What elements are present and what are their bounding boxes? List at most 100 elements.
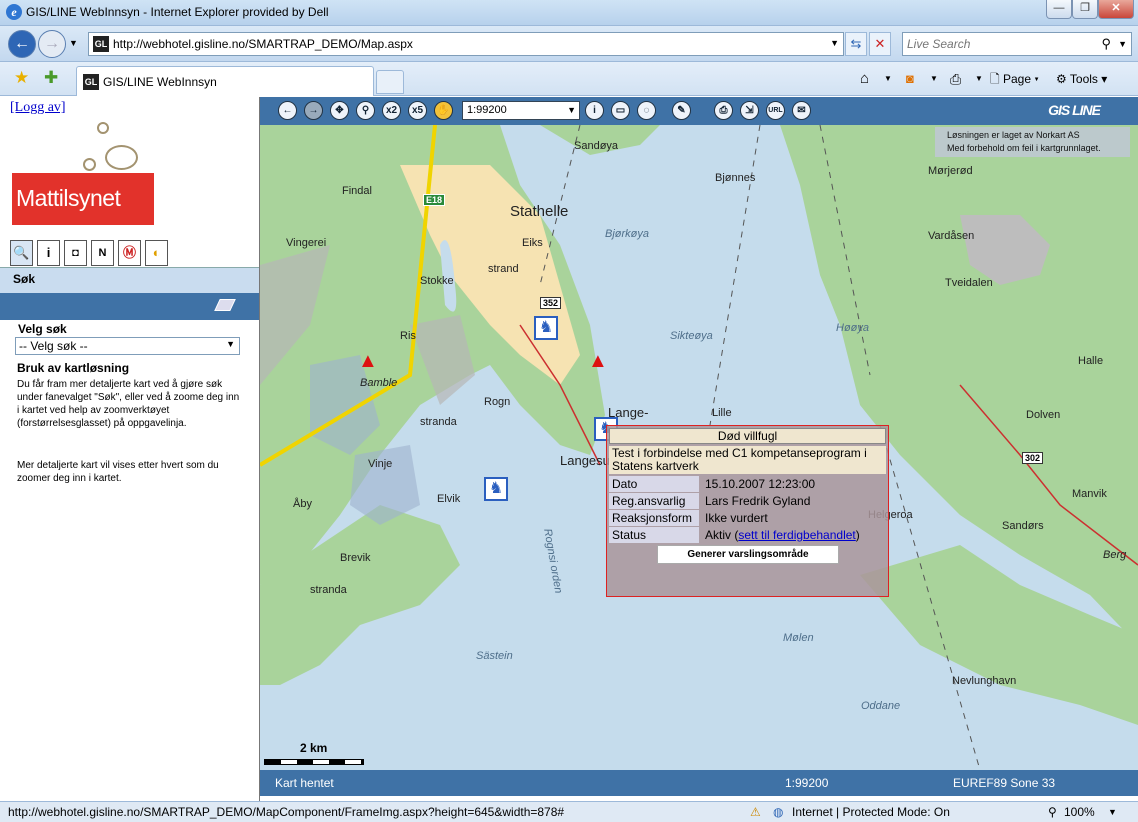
popup-value: Lars Fredrik Gyland — [705, 494, 811, 508]
feeds-icon[interactable]: ◙ — [906, 70, 914, 88]
globe-icon: ◍ — [773, 805, 784, 819]
page-menu[interactable]: 🗋 Page ▾ — [990, 70, 1039, 88]
search-toolbar — [0, 293, 259, 320]
map-label: Vingerei — [286, 237, 327, 249]
measure-icon[interactable]: ▭ — [611, 101, 630, 120]
email-icon[interactable]: ✉ — [792, 101, 811, 120]
home-icon[interactable]: ⌂ — [860, 70, 869, 88]
map-label: Berg — [1103, 549, 1127, 561]
scale-bar-graphic — [264, 759, 364, 765]
print-map-icon[interactable]: ⎙ — [714, 101, 733, 120]
home-dropdown-icon[interactable]: ▼ — [884, 70, 892, 88]
info-icon[interactable]: i — [585, 101, 604, 120]
bird-marker-icon[interactable]: ♞ — [534, 316, 558, 340]
map-status-bar: Kart hentet 1:99200 EUREF89 Sone 33 — [260, 770, 1138, 796]
map-label: Mølen — [783, 632, 814, 644]
map-label: Elvik — [437, 493, 461, 505]
gisline-favicon: GL — [83, 74, 99, 90]
area-icon[interactable]: ◌ — [637, 101, 656, 120]
scale-bar-label: 2 km — [300, 741, 328, 755]
zoom-x2-icon[interactable]: x2 — [382, 101, 401, 120]
zoom-x5-icon[interactable]: x5 — [408, 101, 427, 120]
hand-icon[interactable]: ✋ — [434, 101, 453, 120]
tab-bar: ★ ✚ GL GIS/LINE WebInnsyn ⌂ ▼ ◙ ▼ ⎙ ▼ 🗋 … — [0, 62, 1138, 96]
map-toolbar: ← → ✥ ⚲ x2 x5 ✋ 1:99200 ▼ i ▭ ◌ ✎ ⎙ ⇲ URL… — [260, 97, 1138, 125]
forward-arrow-icon[interactable]: → — [304, 101, 323, 120]
gisline-logo: GIS LINE — [1048, 102, 1101, 118]
back-arrow-icon[interactable]: ← — [278, 101, 297, 120]
legend-tool-icon[interactable]: ◘ — [64, 240, 87, 266]
layers-tool-icon[interactable]: ◐ — [145, 240, 168, 266]
tools-menu[interactable]: ⚙ Tools ▾ — [1056, 70, 1107, 88]
export-icon[interactable]: ⇲ — [740, 101, 759, 120]
map-label: Åby — [293, 498, 312, 510]
mattilsynet-marker-icon[interactable]: ▲ — [588, 350, 610, 372]
status-suffix: ) — [855, 528, 860, 542]
map-label: Vinje — [368, 458, 393, 470]
north-arrow-tool-icon[interactable]: N — [91, 240, 114, 266]
stop-button[interactable]: ✕ — [869, 32, 891, 56]
add-favorites-icon[interactable]: ✚ — [44, 68, 58, 88]
zoom-icon[interactable]: ⚲ — [356, 101, 375, 120]
pan-icon[interactable]: ✥ — [330, 101, 349, 120]
print-icon[interactable]: ⎙ — [950, 70, 961, 88]
favorites-star-icon[interactable]: ★ — [14, 68, 29, 88]
mattilsynet-marker-icon[interactable]: ▲ — [358, 350, 380, 372]
search-icon[interactable]: ⚲ — [1101, 36, 1111, 52]
minimize-button[interactable]: — — [1046, 0, 1072, 19]
forward-button[interactable]: → — [38, 30, 66, 58]
zoom-level[interactable]: 100% — [1064, 805, 1095, 819]
mattilsynet-logo: Mattilsynet — [12, 117, 157, 227]
live-search-box[interactable]: ⚲ ▼ — [902, 32, 1132, 56]
info-tool-icon[interactable]: i — [37, 240, 60, 266]
popup-value: 15.10.2007 12:23:00 — [705, 477, 816, 491]
address-bar[interactable]: GL http://webhotel.gisline.no/SMARTRAP_D… — [88, 32, 844, 56]
page-icon: 🗋 — [990, 72, 1000, 86]
logo-text: Mattilsynet — [16, 185, 121, 211]
eraser-icon[interactable] — [214, 299, 236, 311]
popup-title: Død villfugl — [609, 428, 886, 444]
draw-icon[interactable]: ✎ — [672, 101, 691, 120]
map-label: Rogn — [484, 396, 511, 408]
map-label: Stathelle — [510, 203, 569, 220]
road-sign-e18: E18 — [423, 194, 446, 206]
print-dropdown-icon[interactable]: ▼ — [975, 70, 983, 88]
mattilsynet-tool-icon[interactable]: Ⓜ — [118, 240, 141, 266]
feeds-dropdown-icon[interactable]: ▼ — [930, 70, 938, 88]
address-dropdown-icon[interactable]: ▼ — [830, 38, 839, 48]
popup-description: Test i forbindelse med C1 kompetanseprog… — [609, 446, 886, 474]
popup-row-reg-ansvarlig: Reg.ansvarlig Lars Fredrik Gyland — [609, 493, 886, 509]
zoom-dropdown-icon[interactable]: ▼ — [1108, 807, 1117, 817]
map-label: Manvik — [1072, 488, 1107, 500]
back-button[interactable]: ← — [8, 30, 36, 58]
usage-more-text: Mer detaljerte kart vil vises etter hver… — [17, 460, 219, 484]
page-menu-label: Page — [1003, 72, 1032, 86]
tab-gisline[interactable]: GL GIS/LINE WebInnsyn — [76, 66, 374, 96]
popup-value: Ikke vurdert — [705, 511, 768, 525]
zoom-icon[interactable]: ⚲ — [1048, 805, 1057, 819]
maximize-button[interactable]: ❐ — [1072, 0, 1098, 19]
search-dropdown-icon[interactable]: ▼ — [1118, 39, 1127, 49]
set-finished-link[interactable]: sett til ferdigbehandlet — [738, 528, 855, 542]
search-tool-icon[interactable]: 🔍 — [10, 240, 33, 266]
refresh-button[interactable]: ⇆ — [845, 32, 867, 56]
bird-marker-icon[interactable]: ♞ — [484, 477, 508, 501]
scale-select[interactable]: 1:99200 ▼ — [462, 101, 580, 120]
generate-warning-area-button[interactable]: Generer varslingsområde — [657, 545, 839, 564]
map-status-crs: EUREF89 Sone 33 — [953, 776, 1056, 790]
velg-sok-select[interactable]: -- Velg søk -- ▼ — [15, 337, 240, 355]
window-titlebar: e GIS/LINE WebInnsyn - Internet Explorer… — [0, 0, 1138, 26]
history-dropdown-icon[interactable]: ▼ — [69, 38, 78, 48]
close-window-button[interactable]: ✕ — [1098, 0, 1134, 19]
map-label: stranda — [310, 584, 347, 596]
map-label: strand — [488, 263, 519, 275]
new-tab-button[interactable] — [376, 70, 404, 94]
popup-key: Status — [609, 527, 699, 543]
live-search-input[interactable] — [907, 37, 1097, 51]
map-label: Bjønnes — [715, 172, 756, 184]
url-icon[interactable]: URL — [766, 101, 785, 120]
tools-menu-label: Tools — [1069, 72, 1098, 86]
logout-link[interactable]: [Logg av] — [10, 100, 66, 116]
velg-sok-value: -- Velg søk -- — [19, 339, 88, 353]
popup-value: Aktiv (sett til ferdigbehandlet) — [705, 527, 860, 543]
